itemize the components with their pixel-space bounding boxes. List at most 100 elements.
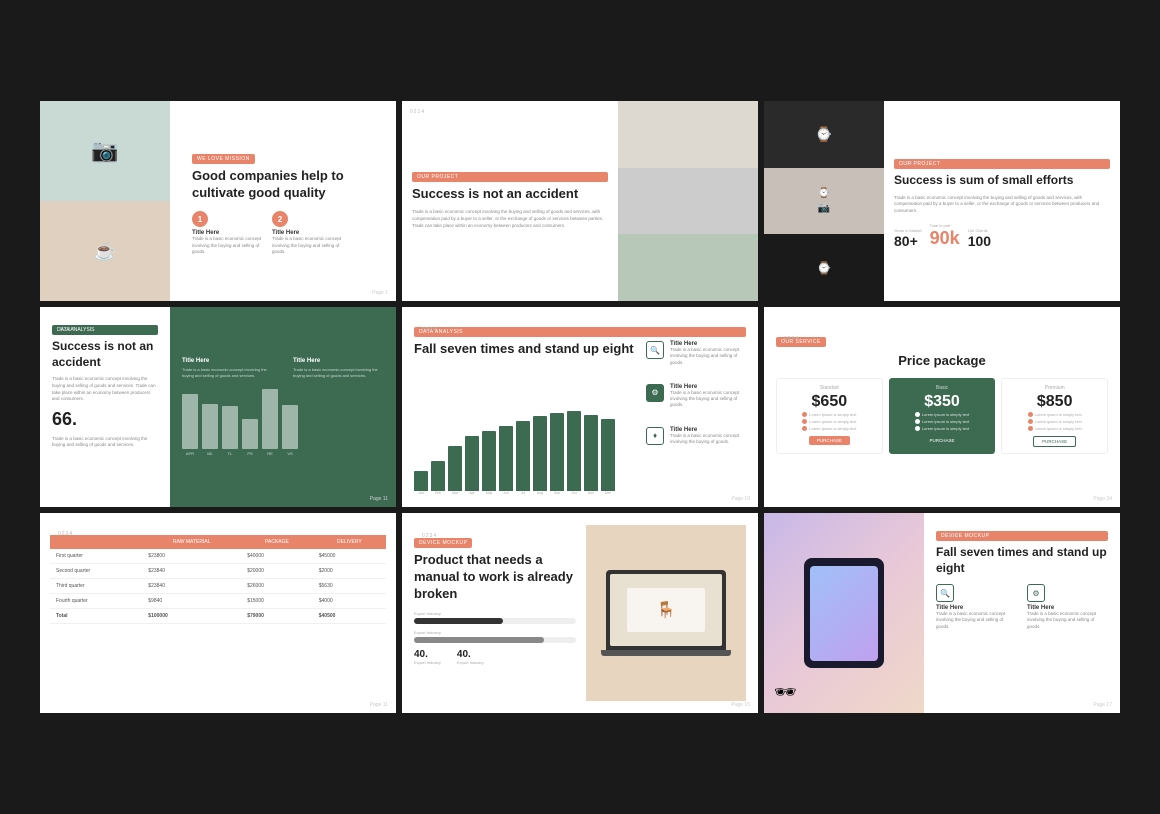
- plan2-tier: Basic: [936, 385, 948, 391]
- slide3-stats: Years in Market 80+ Total in part 90k Ou…: [894, 223, 1110, 249]
- slide4-barchart: APR ML TL PS RE: [182, 386, 384, 456]
- col1-desc: Trade is a basic economic concept involv…: [182, 367, 273, 378]
- plan3-f1: Lorem ipsum is simply text: [1028, 412, 1082, 417]
- table-row: Fourth quarter$9840$15000$4000: [50, 594, 386, 609]
- slide9-title: Fall seven times and stand up eight: [936, 545, 1108, 576]
- plan3-btn[interactable]: PURCHASE: [1033, 436, 1076, 447]
- slide6-page: Page 34: [1093, 496, 1112, 502]
- slide4-desc: Trade is a basic economic concept involv…: [52, 376, 158, 403]
- table-row: Second quarter$23840$20000$2000: [50, 564, 386, 579]
- search-feature-icon: 🔍: [646, 341, 664, 359]
- feature2-desc: Trade is a basic economic concept involv…: [670, 390, 746, 409]
- bar-label-2: ML: [207, 451, 213, 456]
- slide-9: 🕶 0234 DEVICE MOCKUP Fall seven times an…: [764, 513, 1120, 713]
- slide8-title: Product that needs a manual to work is a…: [414, 552, 576, 603]
- prog1-fill: [414, 618, 503, 624]
- slide4-page: Page 11: [370, 496, 388, 502]
- plan1-btn[interactable]: PURCHASE: [809, 436, 850, 445]
- laptop-base: [601, 650, 731, 656]
- slide1-img-bottom: ☕: [40, 201, 170, 301]
- slide2-badge: OUR PROJECT: [412, 172, 608, 182]
- slide1-title: Good companies help to cultivate good qu…: [192, 168, 384, 202]
- table-row: Third quarter$23840$26000$5630: [50, 579, 386, 594]
- stat1-label: Export Industry: [414, 660, 441, 665]
- table-body: First quarter$23800$40000$45000 Second q…: [50, 549, 386, 624]
- col2-desc: Trade is a basic economic concept involv…: [293, 367, 384, 378]
- step2-desc: Trade is a basic economic concept involv…: [272, 236, 342, 255]
- slide9-page: Page 17: [1093, 702, 1112, 708]
- plan1-f1: Lorem ipsum is simply text: [802, 412, 856, 417]
- step1-circle: 1: [192, 211, 208, 227]
- slide9-image: 🕶: [764, 513, 924, 713]
- bar2-6: Jun: [499, 426, 513, 495]
- slide2-desc: Trade is a basic economic concept involv…: [412, 209, 608, 229]
- plan2-btn[interactable]: PURCHASE: [922, 436, 963, 445]
- bar2-2: Feb: [431, 461, 445, 495]
- bar-group-4: PS: [242, 419, 258, 456]
- slide4-bignum: 66.: [52, 409, 158, 430]
- bar2-4: Apr: [465, 436, 479, 495]
- feat2-row: ⚙: [1027, 584, 1108, 602]
- step-1: 1 Title Here Trade is a basic economic c…: [192, 211, 262, 255]
- camera-icon: 📷: [91, 138, 118, 164]
- stat2: 40. Export Industry: [457, 649, 484, 665]
- feature-row-gear: ⚙ Title Here Trade is a basic economic c…: [646, 384, 746, 409]
- feat-col-2: ⚙ Title Here Trade is a basic economic c…: [1027, 584, 1108, 630]
- feat2-desc: Trade is a basic economic concept involv…: [1027, 611, 1108, 630]
- bar2-7: Jul: [516, 421, 530, 495]
- step2-circle: 2: [272, 211, 288, 227]
- header-col0: [50, 535, 142, 549]
- table-row: First quarter$23800$40000$45000: [50, 549, 386, 564]
- slide-7: 0234 RAW MATERIAL PACKAGE DELIVERY First…: [40, 513, 396, 713]
- plan1-tier: Standart: [820, 385, 839, 391]
- price-card-standart: Standart $650 Lorem ipsum is simply text…: [776, 378, 883, 454]
- slide8-page: Page 15: [731, 702, 750, 708]
- stat1-val: 80+: [894, 233, 922, 249]
- slide9-features: 🔍 Title Here Trade is a basic economic c…: [936, 584, 1108, 630]
- slide3-desc: Trade is a basic economic concept involv…: [894, 195, 1110, 215]
- col1-title: Title Here: [182, 358, 273, 364]
- bar2-12: Dec: [601, 419, 615, 495]
- plan3-price: $850: [1037, 393, 1073, 411]
- bar-label-6: VS: [287, 451, 292, 456]
- prog2-bar: [414, 637, 576, 643]
- bar-label-1: APR: [186, 451, 194, 456]
- stat-1: Years in Market 80+: [894, 228, 922, 249]
- slide1-badge: WE LOVE MISSION: [192, 154, 255, 164]
- price-card-basic: Basic $350 Lorem ipsum is simply text Lo…: [889, 378, 996, 454]
- header-col2: PACKAGE: [241, 535, 313, 549]
- bar-3: [222, 406, 238, 449]
- bar2-11: Nov: [584, 415, 598, 495]
- slide4-col2: Title Here Trade is a basic economic con…: [293, 358, 384, 378]
- slide5-barchart: Jan Feb Mar Apr May Jun Jul Aug Sep Oct …: [414, 415, 636, 495]
- plan2-f2: Lorem ipsum is simply text: [915, 419, 969, 424]
- bar2-8: Aug: [533, 416, 547, 495]
- slide1-images: 📷 ☕: [40, 101, 170, 301]
- slide8-left: 0234 DEVICE MOCKUP Product that needs a …: [414, 525, 576, 701]
- slide3-img2: ⌚📷: [764, 168, 884, 235]
- stat2-val: 40.: [457, 649, 484, 660]
- feat-col-1: 🔍 Title Here Trade is a basic economic c…: [936, 584, 1017, 630]
- feat1-desc: Trade is a basic economic concept involv…: [936, 611, 1017, 630]
- stat1: 40. Export Industry: [414, 649, 441, 665]
- bar-group-2: ML: [202, 404, 218, 456]
- bar-1: [182, 394, 198, 449]
- feature-text-3: Title Here Trade is a basic economic con…: [670, 427, 746, 446]
- header-row: RAW MATERIAL PACKAGE DELIVERY: [50, 535, 386, 549]
- header-col1: RAW MATERIAL: [142, 535, 241, 549]
- step1-desc: Trade is a basic economic concept involv…: [192, 236, 262, 255]
- slide5-page: Page 10: [731, 496, 750, 502]
- laptop-mockup: 🪑: [601, 570, 731, 656]
- price-card-premium: Premium $850 Lorem ipsum is simply text …: [1001, 378, 1108, 454]
- slide1-content: WE LOVE MISSION Good companies help to c…: [192, 147, 384, 256]
- plan2-f1: Lorem ipsum is simply text: [915, 412, 969, 417]
- prog2-label: Export Industry: [414, 630, 576, 635]
- feat2-icon: ⚙: [1027, 584, 1045, 602]
- bar-group-6: VS: [282, 405, 298, 456]
- slide5-left: Fall seven times and stand up eight Jan …: [414, 341, 636, 495]
- bar2-3: Mar: [448, 446, 462, 495]
- slide4-col-titles: Title Here Trade is a basic economic con…: [182, 358, 384, 378]
- stat1-val: 40.: [414, 649, 441, 660]
- step-2: 2 Title Here Trade is a basic economic c…: [272, 211, 342, 255]
- slide2-img1: [618, 101, 758, 168]
